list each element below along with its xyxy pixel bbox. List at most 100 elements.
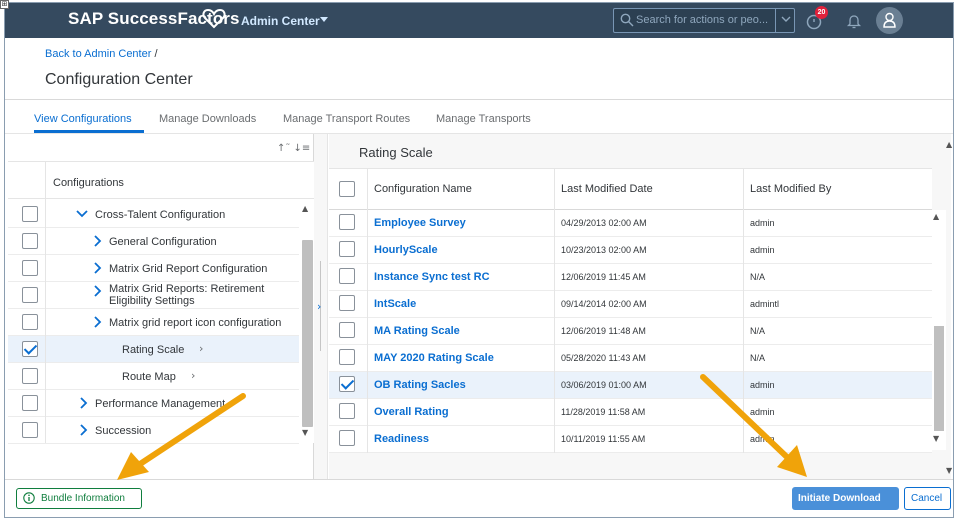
tab-manage-downloads[interactable]: Manage Downloads (159, 113, 256, 125)
row-checkbox[interactable] (22, 314, 38, 330)
chevron-right-icon[interactable] (93, 316, 103, 328)
column-header-by[interactable]: Last Modified By (750, 183, 831, 195)
row-checkbox[interactable] (339, 403, 355, 419)
last-modified-date: 04/29/2013 02:00 AM (561, 218, 647, 228)
chevron-down-icon[interactable] (76, 209, 88, 219)
config-name-link[interactable]: MA Rating Scale (374, 325, 460, 337)
scroll-down-icon[interactable]: ▼ (933, 434, 939, 443)
last-modified-date: 03/06/2019 01:00 AM (561, 380, 647, 390)
table-row-selected[interactable]: OB Rating Sacles 03/06/2019 01:00 AM adm… (329, 372, 932, 399)
row-checkbox[interactable] (339, 349, 355, 365)
last-modified-date: 10/11/2019 11:55 AM (561, 434, 646, 444)
scroll-up-icon[interactable]: ▲ (946, 140, 952, 149)
chevron-down-icon[interactable] (320, 17, 328, 22)
tab-manage-transport-routes[interactable]: Manage Transport Routes (283, 113, 410, 125)
scroll-down-icon[interactable]: ▼ (946, 466, 952, 475)
breadcrumb-separator: / (151, 48, 158, 60)
search-placeholder: Search for actions or peo... (636, 14, 769, 26)
chevron-right-icon[interactable]: › (317, 300, 321, 313)
tree-row[interactable]: Cross-Talent Configuration (8, 201, 299, 228)
row-checkbox-checked[interactable] (22, 341, 38, 357)
breadcrumb: Back to Admin Center / (45, 48, 158, 60)
last-modified-date: 12/06/2019 11:48 AM (561, 326, 646, 336)
row-checkbox[interactable] (339, 241, 355, 257)
row-checkbox[interactable] (339, 430, 355, 446)
chevron-right-icon[interactable] (93, 285, 103, 297)
table-row[interactable]: Instance Sync test RC 12/06/2019 11:45 A… (329, 264, 932, 291)
panel-title: Rating Scale (359, 145, 433, 160)
admin-center-menu[interactable]: Admin Center (241, 14, 320, 28)
config-name-link[interactable]: OB Rating Sacles (374, 379, 466, 391)
chevron-right-icon[interactable] (79, 397, 89, 409)
table-row[interactable]: MAY 2020 Rating Scale 05/28/2020 11:43 A… (329, 345, 932, 372)
tree-item-label: Matrix Grid Reports: Retirement Eligibil… (109, 283, 265, 307)
row-checkbox[interactable] (22, 260, 38, 276)
last-modified-by: admin (750, 434, 775, 444)
row-checkbox[interactable] (339, 295, 355, 311)
row-checkbox[interactable] (22, 287, 38, 303)
last-modified-by: admintl (750, 299, 780, 309)
config-name-link[interactable]: Instance Sync test RC (374, 271, 490, 283)
last-modified-by: admin (750, 380, 775, 390)
config-name-link[interactable]: IntScale (374, 298, 416, 310)
tree-row[interactable]: Succession (8, 417, 299, 444)
tree-row[interactable]: Route Map › (8, 363, 299, 390)
last-modified-date: 11/28/2019 11:58 AM (561, 407, 646, 417)
tree-scrollbar-thumb[interactable] (302, 240, 313, 427)
config-name-link[interactable]: Employee Survey (374, 217, 466, 229)
table-row[interactable]: Overall Rating 11/28/2019 11:58 AM admin (329, 399, 932, 426)
row-checkbox[interactable] (339, 322, 355, 338)
chevron-right-icon[interactable] (93, 235, 103, 247)
active-tab-indicator (34, 130, 144, 133)
table-row[interactable]: MA Rating Scale 12/06/2019 11:48 AM N/A (329, 318, 932, 345)
window-corner-icon: ⊞ (0, 0, 9, 9)
table-row[interactable]: Employee Survey 04/29/2013 02:00 AM admi… (329, 210, 932, 237)
sort-icon[interactable]: ↑˜ ↓≡ (277, 143, 310, 154)
tree-column-header-label: Configurations (53, 177, 124, 189)
select-all-checkbox[interactable] (339, 181, 355, 197)
cancel-label: Cancel (911, 493, 943, 504)
tree-row[interactable]: Matrix Grid Report Configuration (8, 255, 299, 282)
tree-row-selected[interactable]: Rating Scale › (8, 336, 299, 363)
scroll-down-icon[interactable]: ▼ (302, 428, 308, 437)
row-checkbox-checked[interactable] (339, 376, 355, 392)
column-divider (554, 168, 555, 453)
row-checkbox[interactable] (22, 206, 38, 222)
search-scope-chevron-icon[interactable] (780, 13, 792, 25)
last-modified-by: N/A (750, 326, 766, 336)
tree-row[interactable]: Performance Management (8, 390, 299, 417)
chevron-right-icon[interactable] (79, 424, 89, 436)
row-checkbox[interactable] (339, 214, 355, 230)
row-checkbox[interactable] (22, 395, 38, 411)
row-checkbox[interactable] (22, 368, 38, 384)
info-icon (23, 492, 35, 504)
row-checkbox[interactable] (22, 422, 38, 438)
config-name-link[interactable]: Readiness (374, 433, 429, 445)
column-header-name[interactable]: Configuration Name (374, 183, 472, 195)
row-checkbox[interactable] (22, 233, 38, 249)
tab-view-configurations[interactable]: View Configurations (34, 113, 132, 125)
table-row[interactable]: HourlyScale 10/23/2013 02:00 AM admin (329, 237, 932, 264)
tree-row[interactable]: Matrix grid report icon configuration (8, 309, 299, 336)
column-divider (743, 168, 744, 453)
table-row[interactable]: IntScale 09/14/2014 02:00 AM admintl (329, 291, 932, 318)
avatar[interactable] (876, 7, 903, 34)
back-to-admin-center-link[interactable]: Back to Admin Center (45, 48, 151, 60)
tab-manage-transports[interactable]: Manage Transports (436, 113, 531, 125)
row-checkbox[interactable] (339, 268, 355, 284)
tree-item-label: Performance Management (95, 398, 226, 410)
column-header-date[interactable]: Last Modified Date (561, 183, 653, 195)
chevron-right-icon: › (191, 369, 196, 382)
tree-item-label: Matrix Grid Report Configuration (109, 263, 268, 275)
tree-row[interactable]: General Configuration (8, 228, 299, 255)
scroll-up-icon[interactable]: ▲ (302, 204, 308, 213)
chevron-right-icon[interactable] (93, 262, 103, 274)
config-name-link[interactable]: Overall Rating (374, 406, 449, 418)
config-name-link[interactable]: HourlyScale (374, 244, 438, 256)
scroll-up-icon[interactable]: ▲ (933, 212, 939, 221)
bell-icon[interactable] (846, 13, 862, 29)
tree-row[interactable]: Matrix Grid Reports: Retirement Eligibil… (8, 282, 299, 309)
table-scrollbar-thumb[interactable] (934, 326, 944, 431)
config-name-link[interactable]: MAY 2020 Rating Scale (374, 352, 494, 364)
table-row[interactable]: Readiness 10/11/2019 11:55 AM admin (329, 426, 932, 453)
